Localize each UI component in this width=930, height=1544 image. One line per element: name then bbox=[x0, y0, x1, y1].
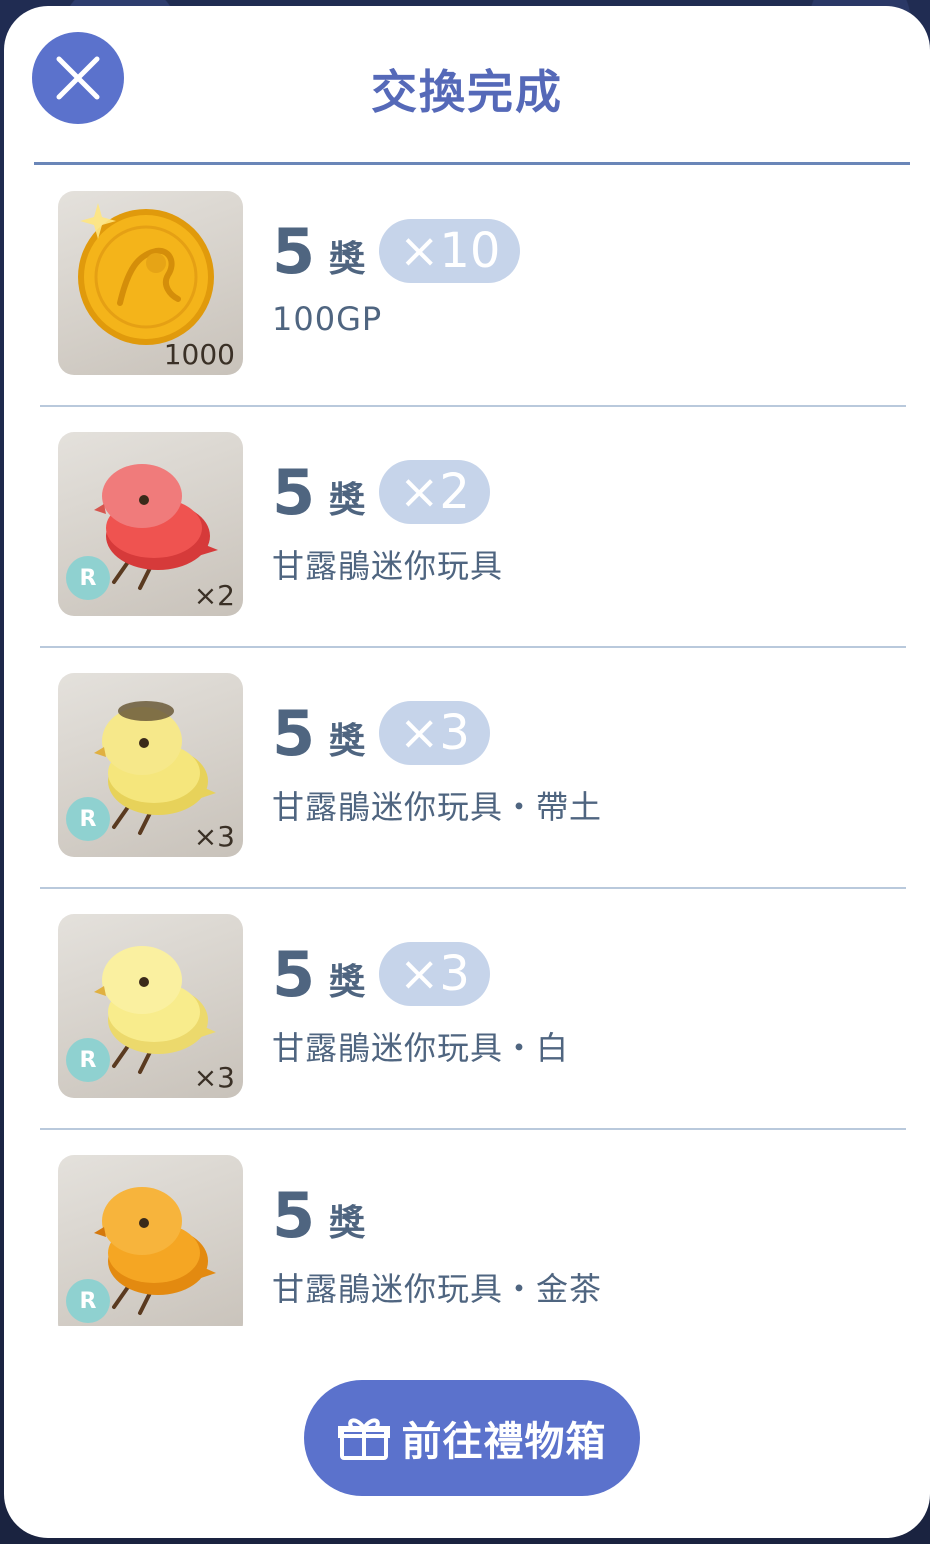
rarity-badge: R bbox=[66, 1279, 110, 1323]
reward-name: 甘露鵑迷你玩具・白 bbox=[272, 1029, 570, 1067]
reward-count: 5 bbox=[272, 214, 316, 288]
reward-unit: 獎 bbox=[329, 962, 366, 1003]
thumbnail-quantity: ×3 bbox=[193, 820, 235, 853]
dialog-title: 交換完成 bbox=[371, 65, 563, 119]
multiplier-badge: ×3 bbox=[379, 701, 490, 765]
rarity-badge: R bbox=[66, 797, 110, 841]
reward-name: 甘露鵑迷你玩具・金茶 bbox=[272, 1270, 603, 1308]
thumbnail-quantity: ×2 bbox=[193, 579, 235, 612]
reward-row: R 5 獎 甘露鵑迷你玩具・金茶 bbox=[4, 1130, 930, 1326]
multiplier-badge: ×10 bbox=[379, 219, 521, 283]
reward-thumbnail: R ×2 bbox=[58, 432, 243, 616]
reward-name: 100GP bbox=[272, 300, 383, 338]
thumbnail-quantity: ×3 bbox=[193, 1061, 235, 1094]
reward-thumbnail: R ×3 bbox=[58, 673, 243, 857]
gift-box-icon bbox=[337, 1418, 390, 1460]
reward-unit: 獎 bbox=[329, 721, 366, 762]
reward-count: 5 bbox=[272, 1178, 316, 1252]
reward-unit: 獎 bbox=[329, 480, 366, 521]
exchange-complete-dialog: 交換完成 1000 5 獎 ×10 100GP R ×2 5 獎 ×2 甘露鵑迷… bbox=[4, 6, 930, 1538]
reward-thumbnail: R ×3 bbox=[58, 914, 243, 1098]
reward-row: 1000 5 獎 ×10 100GP bbox=[4, 166, 930, 407]
gift-button-label: 前往禮物箱 bbox=[401, 1419, 607, 1465]
reward-list[interactable]: 1000 5 獎 ×10 100GP R ×2 5 獎 ×2 甘露鵑迷你玩具 R… bbox=[4, 166, 930, 1326]
reward-unit: 獎 bbox=[329, 239, 366, 280]
reward-count: 5 bbox=[272, 455, 316, 529]
reward-row: R ×3 5 獎 ×3 甘露鵑迷你玩具・帶土 bbox=[4, 648, 930, 889]
multiplier-badge: ×2 bbox=[379, 460, 490, 524]
reward-row: R ×2 5 獎 ×2 甘露鵑迷你玩具 bbox=[4, 407, 930, 648]
rarity-badge: R bbox=[66, 556, 110, 600]
reward-thumbnail: 1000 bbox=[58, 191, 243, 375]
reward-unit: 獎 bbox=[329, 1203, 366, 1244]
reward-thumbnail: R bbox=[58, 1155, 243, 1326]
reward-count: 5 bbox=[272, 696, 316, 770]
thumbnail-quantity: 1000 bbox=[163, 338, 235, 371]
reward-name: 甘露鵑迷你玩具・帶土 bbox=[272, 788, 603, 826]
go-to-gift-box-button[interactable]: 前往禮物箱 bbox=[304, 1380, 640, 1496]
reward-count: 5 bbox=[272, 937, 316, 1011]
multiplier-badge: ×3 bbox=[379, 942, 490, 1006]
rarity-badge: R bbox=[66, 1038, 110, 1082]
reward-name: 甘露鵑迷你玩具 bbox=[272, 547, 504, 585]
header-divider bbox=[34, 162, 910, 165]
reward-row: R ×3 5 獎 ×3 甘露鵑迷你玩具・白 bbox=[4, 889, 930, 1130]
